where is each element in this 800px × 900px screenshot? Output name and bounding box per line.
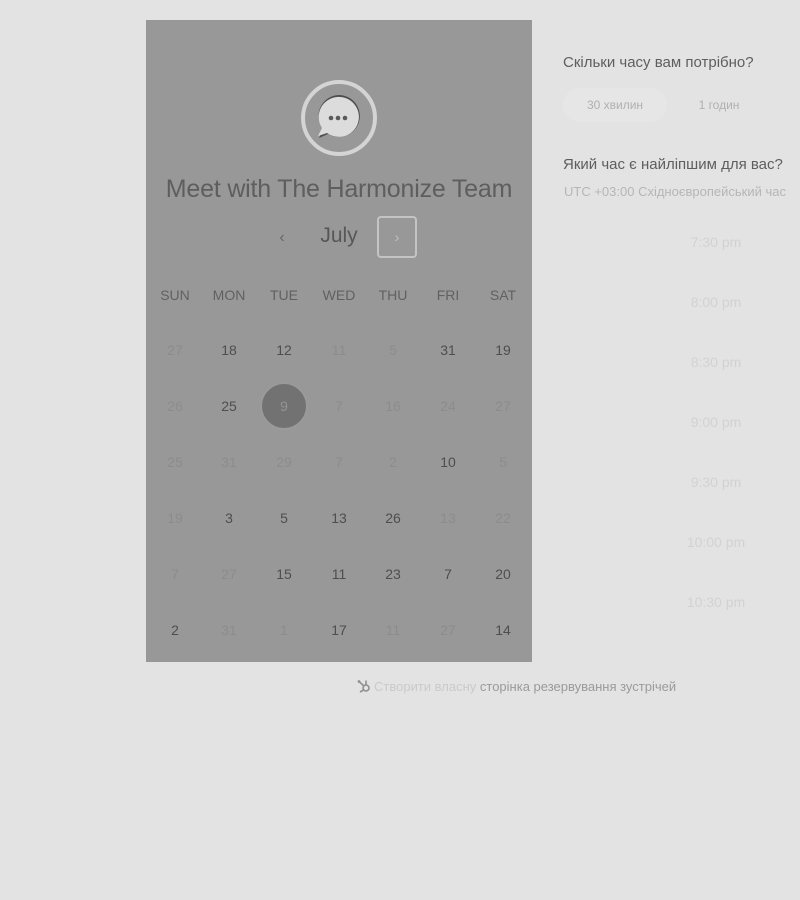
calendar-day[interactable]: 31 bbox=[424, 326, 472, 374]
weekday-0: SUN bbox=[160, 287, 190, 303]
calendar-day: 31 bbox=[221, 622, 237, 638]
duration-option-30[interactable]: 30 хвилин bbox=[563, 88, 667, 122]
calendar-day[interactable]: 2 bbox=[151, 606, 199, 654]
footer-booking-link[interactable]: сторінка резервування зустрічей bbox=[480, 679, 676, 694]
calendar-day: 7 bbox=[171, 566, 179, 582]
calendar-day[interactable]: 20 bbox=[479, 550, 527, 598]
calendar-day: 27 bbox=[495, 398, 511, 414]
chevron-right-icon: › bbox=[394, 229, 400, 245]
prev-month-button[interactable]: ‹ bbox=[266, 222, 298, 254]
calendar-day[interactable]: 3 bbox=[205, 494, 253, 542]
calendar-day: 7 bbox=[335, 398, 343, 414]
weekday-3: WED bbox=[322, 287, 356, 303]
month-label: July bbox=[320, 224, 358, 247]
time-slot[interactable]: 8:00 pm bbox=[686, 294, 746, 310]
calendar-day: 24 bbox=[440, 398, 456, 414]
duration-option-60[interactable]: 1 годин bbox=[678, 88, 760, 122]
calendar-day[interactable]: 5 bbox=[260, 494, 308, 542]
calendar-day: 22 bbox=[495, 510, 511, 526]
calendar-day: 25 bbox=[167, 454, 183, 470]
calendar-day: 2 bbox=[389, 454, 397, 470]
duration-heading: Скільки часу вам потрібно? bbox=[563, 54, 754, 71]
footer-prefix: Створити власну bbox=[374, 679, 477, 694]
calendar-day[interactable]: 10 bbox=[424, 438, 472, 486]
calendar-day: 26 bbox=[167, 398, 183, 414]
calendar-day: 16 bbox=[385, 398, 401, 414]
hubspot-sprocket-icon bbox=[357, 680, 370, 693]
calendar-day[interactable]: 19 bbox=[479, 326, 527, 374]
time-slot[interactable]: 8:30 pm bbox=[686, 354, 746, 370]
meeting-title: Meet with The Harmonize Team bbox=[165, 175, 513, 203]
calendar-day[interactable]: 25 bbox=[205, 382, 253, 430]
weekday-6: SAT bbox=[489, 287, 517, 303]
next-month-button[interactable]: › bbox=[377, 216, 417, 258]
chevron-left-icon: ‹ bbox=[279, 229, 285, 246]
weekday-1: MON bbox=[212, 287, 246, 303]
calendar-day[interactable]: 7 bbox=[424, 550, 472, 598]
timezone-selector[interactable]: UTC +03:00 Східноєвропейський час bbox=[564, 184, 786, 199]
calendar-day[interactable]: 23 bbox=[369, 550, 417, 598]
calendar-day: 27 bbox=[221, 566, 237, 582]
calendar-day-selected[interactable]: 9 bbox=[260, 382, 308, 430]
calendar-day: 13 bbox=[440, 510, 456, 526]
time-heading: Який час є найліпшим для вас? bbox=[563, 156, 783, 173]
footer-promo: Створити власну сторінка резервування зу… bbox=[357, 679, 676, 694]
time-slot[interactable]: 10:30 pm bbox=[686, 594, 746, 610]
calendar-day[interactable]: 17 bbox=[315, 606, 363, 654]
calendar-day[interactable]: 13 bbox=[315, 494, 363, 542]
calendar-day: 11 bbox=[331, 342, 347, 358]
time-slot[interactable]: 9:30 pm bbox=[686, 474, 746, 490]
calendar-day: 5 bbox=[389, 342, 397, 358]
calendar-day: 29 bbox=[276, 454, 292, 470]
calendar-day[interactable]: 12 bbox=[260, 326, 308, 374]
calendar-day: 27 bbox=[167, 342, 183, 358]
calendar-day: 31 bbox=[221, 454, 237, 470]
calendar-day[interactable]: 11 bbox=[315, 550, 363, 598]
time-slot[interactable]: 7:30 pm bbox=[686, 234, 746, 250]
calendar-day: 19 bbox=[167, 510, 183, 526]
calendar-day: 11 bbox=[385, 622, 401, 638]
calendar-day[interactable]: 18 bbox=[205, 326, 253, 374]
calendar-day: 7 bbox=[335, 454, 343, 470]
chat-bubble-icon bbox=[301, 80, 377, 156]
weekday-2: TUE bbox=[270, 287, 298, 303]
weekday-5: FRI bbox=[436, 287, 460, 303]
calendar-day[interactable]: 15 bbox=[260, 550, 308, 598]
calendar-day: 5 bbox=[499, 454, 507, 470]
time-slot[interactable]: 10:00 pm bbox=[686, 534, 746, 550]
calendar-day: 1 bbox=[280, 622, 288, 638]
weekday-4: THU bbox=[378, 287, 408, 303]
calendar-day[interactable]: 26 bbox=[369, 494, 417, 542]
time-slot[interactable]: 9:00 pm bbox=[686, 414, 746, 430]
calendar-day: 27 bbox=[440, 622, 456, 638]
calendar-day[interactable]: 14 bbox=[479, 606, 527, 654]
